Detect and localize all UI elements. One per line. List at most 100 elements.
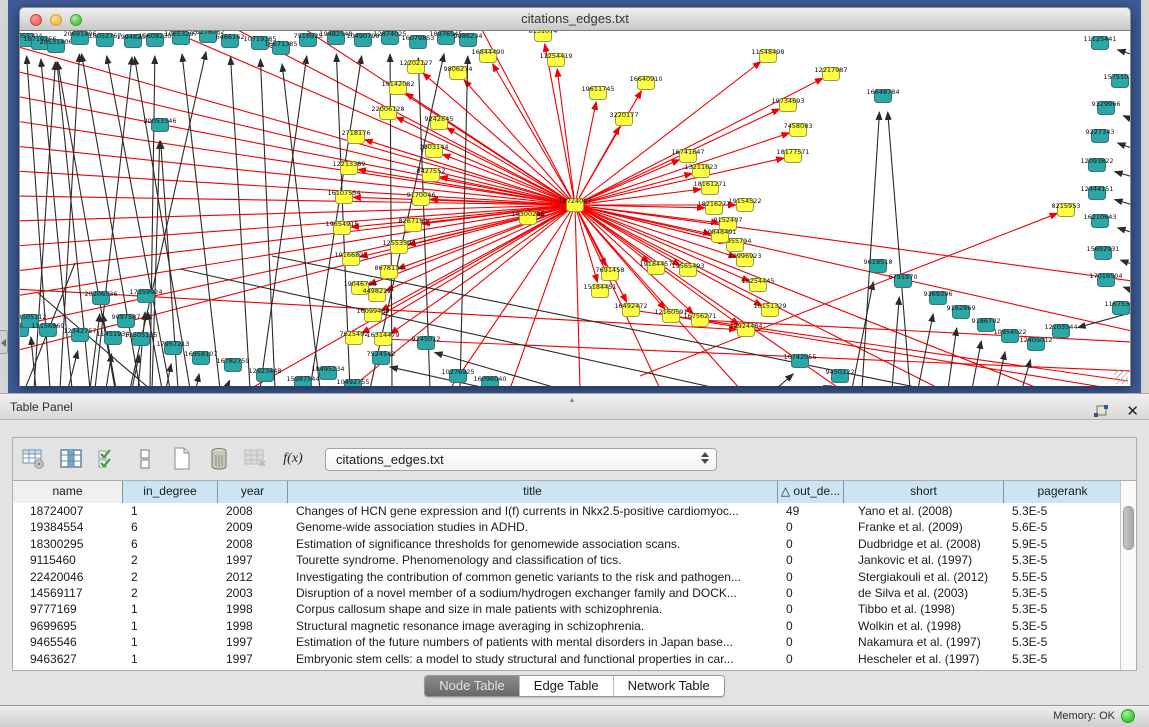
table-row[interactable]: 1456911722003Disruption of a novel membe… bbox=[13, 585, 1136, 601]
column-header-out_degree[interactable]: △ out_de... bbox=[778, 481, 844, 503]
graph-node[interactable]: 9227343 bbox=[1086, 128, 1115, 143]
graph-edge[interactable] bbox=[231, 57, 250, 386]
graph-node[interactable]: 15692931 bbox=[1086, 245, 1119, 260]
zoom-window-button[interactable] bbox=[70, 14, 82, 26]
graph-node[interactable]: 12093822 bbox=[1080, 157, 1113, 172]
graph-node[interactable]: 22006128 bbox=[371, 105, 404, 120]
table-row[interactable]: 2242004622012Investigating the contribut… bbox=[13, 569, 1136, 585]
graph-node[interactable]: 9242845 bbox=[425, 115, 454, 130]
graph-edge[interactable] bbox=[160, 31, 575, 205]
graph-node[interactable]: 19166827 bbox=[334, 251, 367, 266]
column-header-title[interactable]: title bbox=[288, 481, 778, 503]
graph-edge[interactable] bbox=[1123, 287, 1130, 293]
graph-node[interactable]: 9619518 bbox=[864, 258, 893, 273]
graph-node[interactable]: 9369396 bbox=[924, 290, 953, 305]
graph-edge[interactable] bbox=[182, 54, 220, 386]
graph-node[interactable]: 9097587 bbox=[112, 313, 141, 328]
table-row[interactable]: 946362711997Embryonic stem cells: a mode… bbox=[13, 651, 1136, 667]
graph-edge[interactable] bbox=[948, 328, 957, 386]
graph-node[interactable]: 12444151 bbox=[1080, 185, 1113, 200]
close-panel-icon[interactable]: ✕ bbox=[1126, 404, 1139, 419]
graph-node[interactable]: 18300295 bbox=[511, 210, 544, 225]
graph-edge[interactable] bbox=[575, 102, 596, 205]
graph-edge[interactable] bbox=[1120, 260, 1130, 267]
graph-node[interactable]: 11675302 bbox=[1104, 300, 1130, 315]
graph-edge[interactable] bbox=[132, 355, 139, 386]
graph-node[interactable]: 19734693 bbox=[771, 97, 804, 112]
graph-edge[interactable] bbox=[575, 133, 789, 205]
graph-node[interactable]: 12923448 bbox=[248, 367, 281, 382]
graph-node[interactable]: 18161271 bbox=[693, 180, 726, 195]
select-columns-icon[interactable] bbox=[95, 447, 121, 471]
graph-node[interactable]: 7458083 bbox=[784, 122, 813, 137]
table-settings-icon[interactable] bbox=[21, 447, 47, 471]
create-table-icon[interactable] bbox=[169, 447, 195, 471]
row-height-icon[interactable] bbox=[132, 447, 158, 471]
graph-edge[interactable] bbox=[34, 62, 55, 386]
graph-node[interactable]: 3220177 bbox=[610, 111, 639, 126]
graph-node[interactable]: 10276925 bbox=[441, 368, 474, 383]
graph-node[interactable]: 7625402 bbox=[340, 330, 369, 345]
graph-edge[interactable] bbox=[1118, 228, 1130, 235]
column-header-year[interactable]: year bbox=[218, 481, 288, 503]
panel-collapse-handle[interactable] bbox=[0, 330, 8, 354]
graph-node[interactable]: 12924484 bbox=[729, 322, 762, 337]
graph-edge[interactable] bbox=[260, 56, 307, 386]
scrollbar-thumb[interactable] bbox=[1123, 506, 1134, 550]
window-resize-grip[interactable] bbox=[1114, 370, 1128, 384]
graph-node[interactable]: 12553594 bbox=[382, 239, 415, 254]
graph-edge[interactable] bbox=[575, 109, 780, 205]
graph-node[interactable]: 12217987 bbox=[814, 66, 847, 81]
graph-node[interactable]: 16314479 bbox=[366, 331, 399, 346]
graph-node[interactable]: 2718176 bbox=[342, 129, 371, 144]
graph-node[interactable]: 10742055 bbox=[783, 353, 816, 368]
graph-edge[interactable] bbox=[90, 314, 100, 386]
graph-edge[interactable] bbox=[1115, 172, 1130, 179]
graph-node[interactable]: 7691458 bbox=[596, 266, 625, 281]
graph-edge[interactable] bbox=[557, 69, 575, 205]
network-canvas[interactable]: 1872400727181761221338916107554196549151… bbox=[20, 31, 1130, 386]
tab-edge-table[interactable]: Edge Table bbox=[519, 676, 613, 696]
graph-node[interactable]: 18254445 bbox=[741, 277, 774, 292]
tab-node-table[interactable]: Node Table bbox=[425, 676, 519, 696]
graph-node[interactable]: 6466162 bbox=[216, 33, 245, 48]
graph-edge[interactable] bbox=[918, 314, 933, 386]
graph-edge[interactable] bbox=[365, 140, 575, 205]
graph-node[interactable]: 15184451 bbox=[583, 283, 616, 298]
graph-edge[interactable] bbox=[68, 351, 78, 386]
delete-table-icon[interactable] bbox=[206, 447, 232, 471]
graph-edge[interactable] bbox=[1123, 116, 1130, 123]
graph-node[interactable]: 13211623 bbox=[684, 163, 717, 178]
graph-node[interactable]: 12405012 bbox=[1019, 336, 1052, 351]
graph-node[interactable]: 16648784 bbox=[866, 88, 899, 103]
column-header-name[interactable]: name bbox=[13, 481, 123, 503]
graph-node[interactable]: 18177571 bbox=[776, 148, 809, 163]
graph-edge[interactable] bbox=[575, 61, 761, 205]
table-row[interactable]: 1872400712008Changes of HCN gene express… bbox=[13, 503, 1136, 519]
graph-node[interactable]: 9806274 bbox=[444, 65, 473, 80]
graph-node[interactable]: 20206536 bbox=[84, 290, 117, 305]
column-header-short[interactable]: short bbox=[844, 481, 1004, 503]
graph-node[interactable]: 10492755 bbox=[336, 378, 369, 386]
graph-edge[interactable] bbox=[972, 341, 981, 386]
splitter-handle[interactable]: ▴ bbox=[570, 395, 574, 404]
graph-node[interactable]: 4498222 bbox=[363, 287, 392, 302]
graph-node[interactable]: 7518925 bbox=[294, 32, 323, 47]
table-vertical-scrollbar[interactable] bbox=[1120, 481, 1136, 670]
graph-node[interactable]: 13505135 bbox=[124, 331, 157, 346]
graph-node[interactable]: 7524542 bbox=[367, 350, 396, 365]
table-row[interactable]: 969969511998Structural magnetic resonanc… bbox=[13, 618, 1136, 634]
graph-edge[interactable] bbox=[997, 352, 1005, 386]
graph-edge[interactable] bbox=[575, 205, 580, 386]
graph-edge[interactable] bbox=[226, 380, 230, 386]
graph-edge[interactable] bbox=[106, 354, 112, 386]
graph-node[interactable]: 16151329 bbox=[753, 302, 786, 317]
table-row[interactable]: 1830029562008Estimation of significance … bbox=[13, 536, 1136, 552]
graph-node[interactable]: 9450122 bbox=[826, 368, 855, 383]
graph-node[interactable]: 16640910 bbox=[629, 75, 662, 90]
graph-node[interactable]: 16741647 bbox=[671, 148, 704, 163]
table-row[interactable]: 946554611997Estimation of the future num… bbox=[13, 634, 1136, 650]
graph-node[interactable]: 19154522 bbox=[728, 197, 761, 212]
graph-node[interactable]: 16210643 bbox=[1083, 213, 1116, 228]
graph-edge[interactable] bbox=[1117, 143, 1130, 151]
